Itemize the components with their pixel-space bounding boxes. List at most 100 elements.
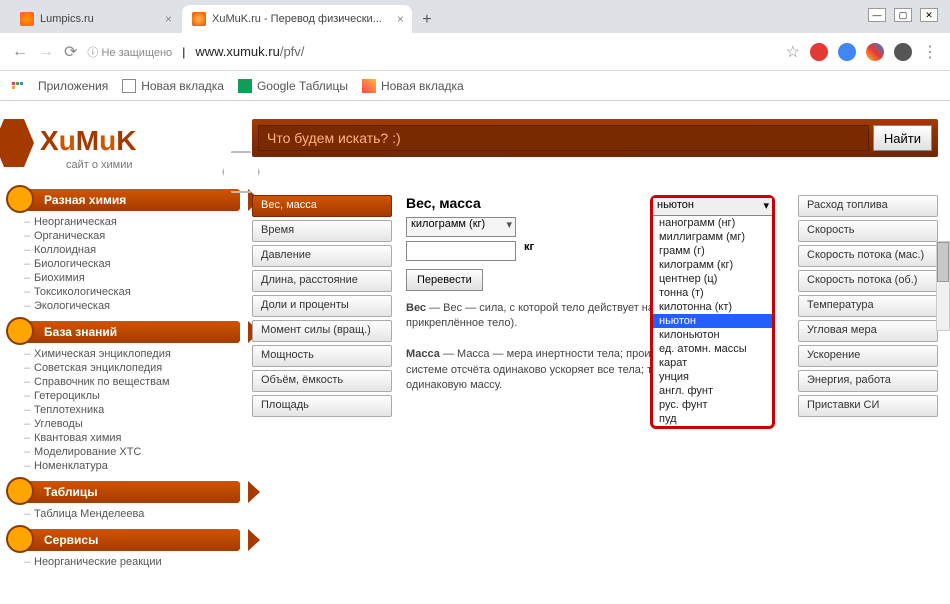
sidebar-link[interactable]: Номенклатура (34, 459, 240, 473)
category-right-column: Расход топлива Скорость Скорость потока (м… (798, 195, 938, 420)
sidebar-link[interactable]: Гетероциклы (34, 389, 240, 403)
category-button[interactable]: Скорость потока (об.) (798, 270, 938, 292)
star-icon[interactable]: ☆ (786, 42, 800, 62)
category-button[interactable]: Вес, масса (252, 195, 392, 217)
tab-title: Lumpics.ru (40, 13, 94, 25)
new-tab-button[interactable]: + (414, 7, 440, 33)
win-max[interactable]: ▢ (894, 8, 912, 22)
sidebar-link[interactable]: Химическая энциклопедия (34, 347, 240, 361)
tab-lumpics[interactable]: Lumpics.ru × (10, 5, 180, 33)
category-button[interactable]: Доли и проценты (252, 295, 392, 317)
sidebar-link[interactable]: Моделирование ХТС (34, 445, 240, 459)
back-button[interactable]: ← (12, 43, 28, 61)
sidebar-link[interactable]: Биохимия (34, 271, 240, 285)
close-icon[interactable]: × (165, 12, 172, 26)
sidebar: XuMuK сайт о химии Разная химияНеорганич… (0, 101, 240, 577)
apps-label[interactable]: Приложения (38, 79, 108, 93)
tab-xumuk[interactable]: XuMuK.ru - Перевод физически... × (182, 5, 412, 33)
favicon-icon (20, 12, 34, 26)
category-button[interactable]: Мощность (252, 345, 392, 367)
dropdown-option[interactable]: тонна (т) (653, 286, 772, 300)
sidebar-category-header[interactable]: База знаний (14, 321, 240, 343)
address-bar: ← → ⟳ ⓘ Не защищено | www.xumuk.ru/pfv/ … (0, 33, 950, 71)
sidebar-link[interactable]: Углеводы (34, 417, 240, 431)
category-button[interactable]: Момент силы (вращ.) (252, 320, 392, 342)
tab-title: XuMuK.ru - Перевод физически... (212, 13, 382, 25)
dropdown-option[interactable]: рус. фунт (653, 398, 772, 412)
dropdown-option[interactable]: ньютон (653, 314, 772, 328)
dropdown-option[interactable]: грамм (г) (653, 244, 772, 258)
converter-panel: Вес, масса килограмм (кг) кг Перевести В… (400, 195, 790, 420)
value-input[interactable] (406, 241, 516, 261)
sidebar-category-header[interactable]: Таблицы (14, 481, 240, 503)
security-icon[interactable]: ⓘ Не защищено (87, 44, 172, 60)
sidebar-link[interactable]: Неорганическая (34, 215, 240, 229)
bookmark-item[interactable]: Новая вкладка (122, 79, 224, 93)
url-field[interactable]: www.xumuk.ru/pfv/ (195, 44, 775, 59)
to-unit-dropdown[interactable]: ньютон нанограмм (нг)миллиграмм (мг)грам… (650, 195, 775, 429)
page-icon (122, 79, 136, 93)
sidebar-link[interactable]: Квантовая химия (34, 431, 240, 445)
menu-icon[interactable]: ⋮ (922, 42, 938, 62)
category-button[interactable]: Ускорение (798, 345, 938, 367)
extension-icon[interactable] (838, 43, 856, 61)
dropdown-option[interactable]: карат (653, 356, 772, 370)
dropdown-option[interactable]: килотонна (кт) (653, 300, 772, 314)
close-icon[interactable]: × (397, 12, 404, 26)
extension-icon[interactable] (810, 43, 828, 61)
category-button[interactable]: Скорость потока (мас.) (798, 245, 938, 267)
dropdown-option[interactable]: ед. атомн. массы (653, 342, 772, 356)
category-button[interactable]: Температура (798, 295, 938, 317)
category-button[interactable]: Расход топлива (798, 195, 938, 217)
category-button[interactable]: Угловая мера (798, 320, 938, 342)
dropdown-option[interactable]: пуд (653, 412, 772, 426)
category-button[interactable]: Объём, ёмкость (252, 370, 392, 392)
dropdown-option[interactable]: центнер (ц) (653, 272, 772, 286)
search-input[interactable] (258, 125, 869, 151)
dropdown-option[interactable]: килограмм (кг) (653, 258, 772, 272)
convert-button[interactable]: Перевести (406, 269, 483, 291)
category-button[interactable]: Энергия, работа (798, 370, 938, 392)
sidebar-category-header[interactable]: Разная химия (14, 189, 240, 211)
sidebar-link[interactable]: Биологическая (34, 257, 240, 271)
category-button[interactable]: Площадь (252, 395, 392, 417)
dropdown-option[interactable]: нанограмм (нг) (653, 216, 772, 230)
category-button[interactable]: Время (252, 220, 392, 242)
category-button[interactable]: Давление (252, 245, 392, 267)
sidebar-link[interactable]: Советская энциклопедия (34, 361, 240, 375)
apps-icon[interactable] (12, 82, 24, 89)
sidebar-link[interactable]: Теплотехника (34, 403, 240, 417)
dropdown-current[interactable]: ньютон (653, 198, 772, 216)
sidebar-link[interactable]: Неорганические реакции (34, 555, 240, 569)
category-button[interactable]: Приставки СИ (798, 395, 938, 417)
scrollbar[interactable] (936, 241, 950, 331)
sidebar-link[interactable]: Справочник по веществам (34, 375, 240, 389)
sidebar-link[interactable]: Токсикологическая (34, 285, 240, 299)
from-unit-select[interactable]: килограмм (кг) (406, 217, 516, 237)
reload-button[interactable]: ⟳ (64, 42, 77, 62)
category-button[interactable]: Длина, расстояние (252, 270, 392, 292)
dropdown-option[interactable]: англ. фунт (653, 384, 772, 398)
scrollbar-thumb[interactable] (937, 242, 949, 282)
search-button[interactable]: Найти (873, 125, 932, 151)
bookmark-item[interactable]: Новая вкладка (362, 79, 464, 93)
category-button[interactable]: Скорость (798, 220, 938, 242)
bookmark-item[interactable]: Google Таблицы (238, 79, 348, 93)
profile-icon[interactable] (894, 43, 912, 61)
sidebar-link[interactable]: Коллоидная (34, 243, 240, 257)
search-bar: Найти (252, 119, 938, 157)
logo-text[interactable]: XuMuK (40, 125, 136, 157)
category-left-column: Вес, масса Время Давление Длина, расстояние… (252, 195, 392, 420)
sidebar-link[interactable]: Таблица Менделеева (34, 507, 240, 521)
dropdown-option[interactable]: миллиграмм (мг) (653, 230, 772, 244)
dropdown-option[interactable]: унция (653, 370, 772, 384)
sidebar-link[interactable]: Органическая (34, 229, 240, 243)
sidebar-category-header[interactable]: Сервисы (14, 529, 240, 551)
forward-button[interactable]: → (38, 43, 54, 61)
dropdown-option[interactable]: килоньютон (653, 328, 772, 342)
win-close[interactable]: ✕ (920, 8, 938, 22)
win-min[interactable]: — (868, 8, 886, 22)
sidebar-link[interactable]: Экологическая (34, 299, 240, 313)
favicon-icon (192, 12, 206, 26)
extension-icon[interactable] (866, 43, 884, 61)
